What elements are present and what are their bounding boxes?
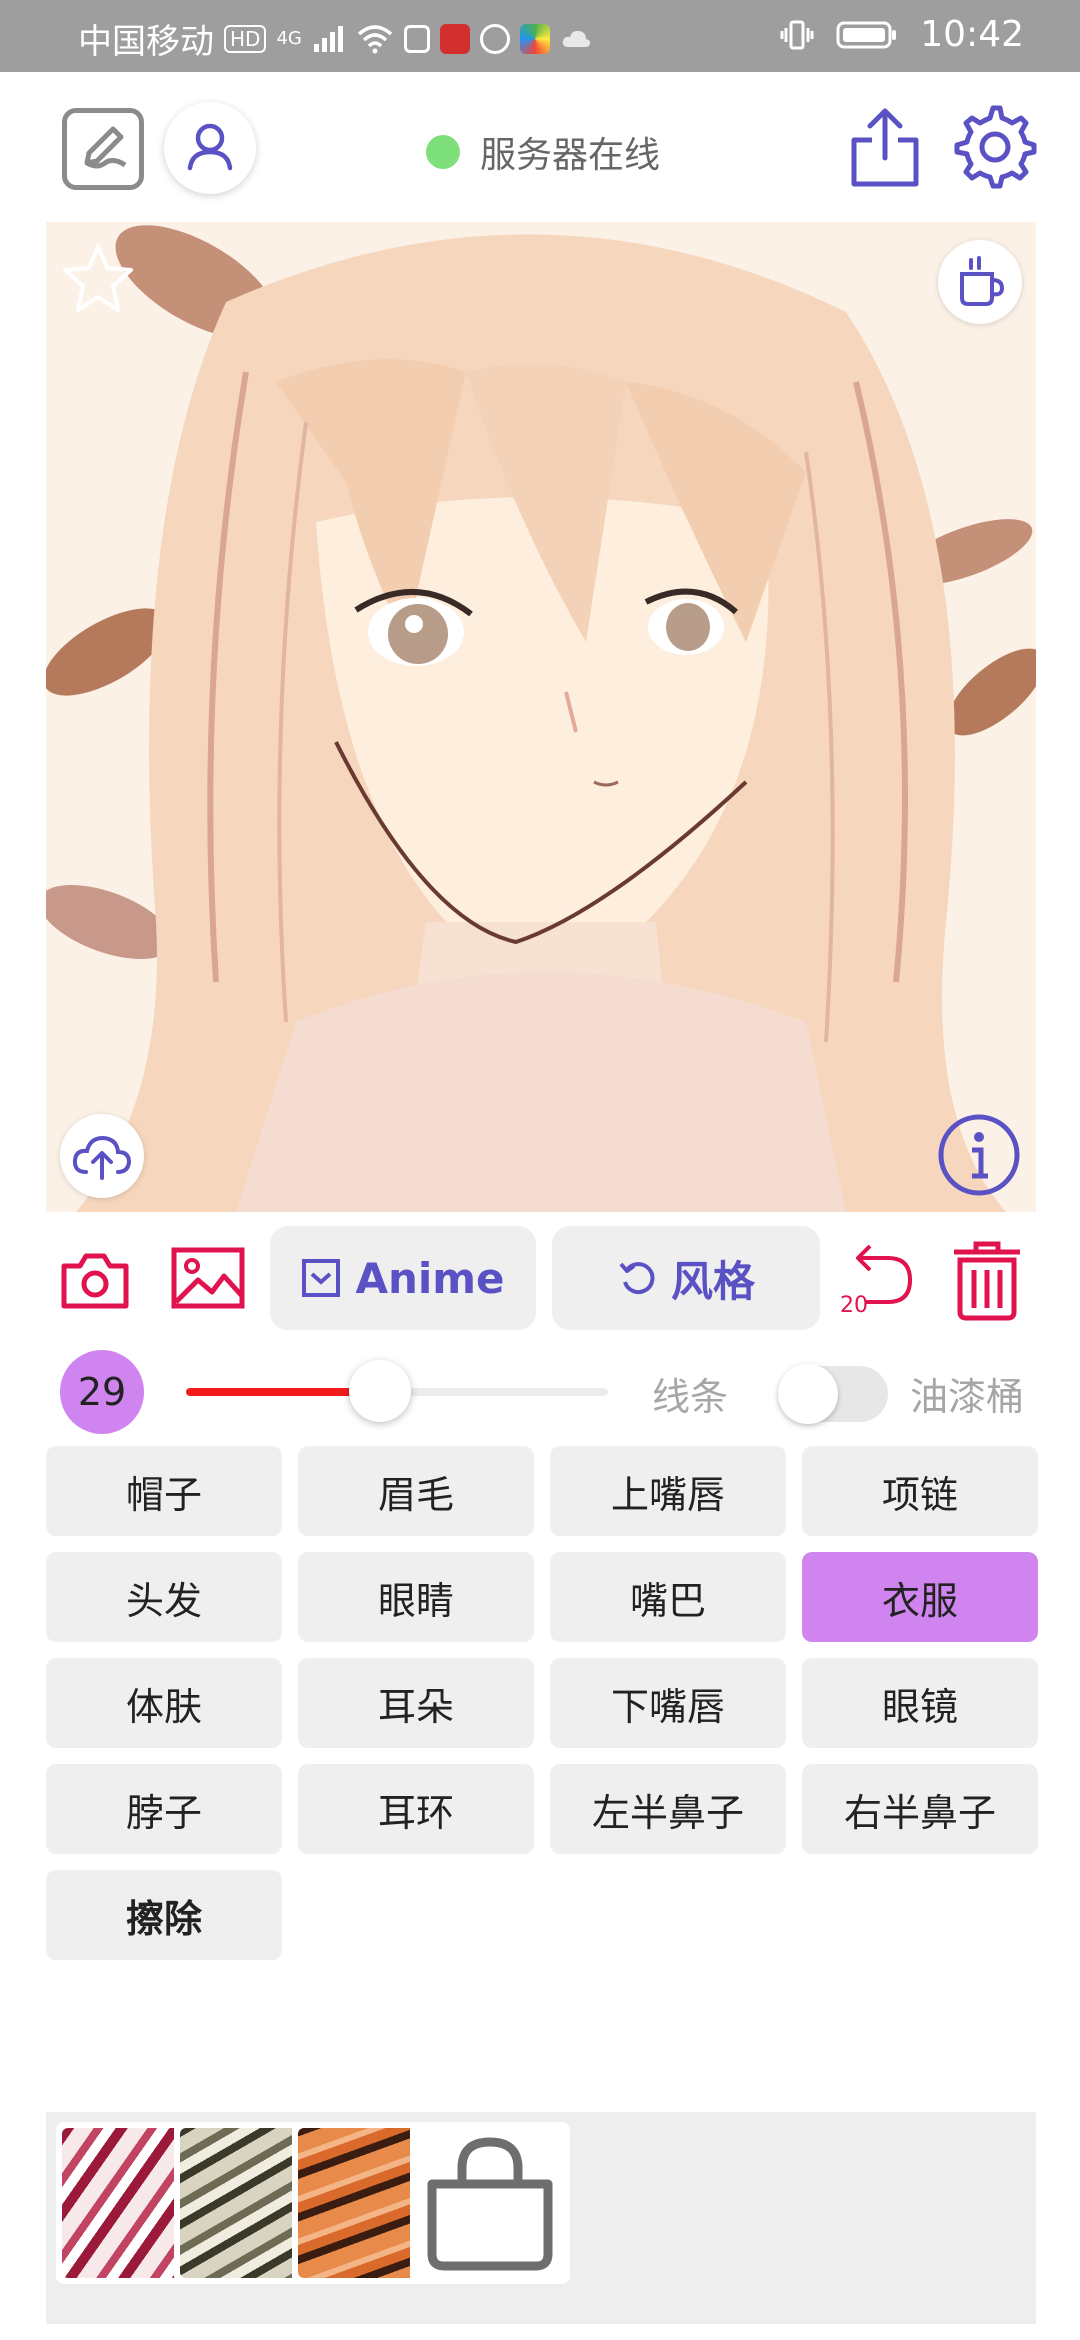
colorful-app-icon [519,23,550,54]
info-icon [938,1114,1020,1196]
upload-button[interactable] [60,1114,144,1198]
rotate-icon [619,1262,655,1295]
status-bar: 中国移动 HD 4G 10:42 [0,0,1080,72]
network-type: 4G [276,28,302,49]
server-status-dot [426,135,460,169]
cloud-icon [562,30,591,47]
part-button[interactable]: 脖子 [46,1764,282,1854]
shop-button[interactable] [410,2122,570,2284]
undo-count: 20 [840,1293,868,1318]
gallery-button[interactable] [170,1246,246,1310]
segment-parts-grid: 帽子 眉毛 上嘴唇 项链头发 眼睛 嘴巴 衣服体肤 耳朵 下嘴唇 眼镜脖子 耳环 左半鼻子 右半鼻子擦除 [46,1446,1038,1960]
signal-icon [313,25,343,52]
part-button[interactable]: 头发 [46,1552,282,1642]
vibrate-icon [780,20,814,49]
part-button[interactable]: 耳朵 [298,1658,534,1748]
battery-icon [836,21,897,48]
status-bar-right: 10:42 [780,14,1024,55]
camera-icon [61,1253,129,1309]
image-icon [171,1247,245,1309]
part-button[interactable]: 左半鼻子 [550,1764,786,1854]
part-button[interactable]: 右半鼻子 [802,1764,1038,1854]
server-status-text: 服务器在线 [480,135,661,176]
book-app-icon [439,23,470,54]
pencil-icon [84,126,127,169]
style-label: 风格 [670,1256,755,1306]
coffee-button[interactable] [938,240,1022,324]
share-button[interactable] [848,106,922,190]
status-bar-left: 中国移动 HD 4G [78,14,592,63]
part-button[interactable]: 眉毛 [298,1446,534,1536]
delete-button[interactable] [948,1238,1026,1322]
part-button[interactable]: 眼镜 [802,1658,1038,1748]
brush-size-badge: 29 [60,1350,144,1434]
browser-app-icon [479,23,510,54]
brush-size-slider[interactable] [186,1360,608,1422]
part-button[interactable]: 下嘴唇 [550,1658,786,1748]
anime-button[interactable]: Anime [270,1226,536,1330]
drawing-canvas[interactable] [46,222,1036,1212]
user-icon [187,123,233,171]
favorite-button[interactable] [60,240,136,316]
brush-row: 29 线条 油漆桶 [0,1346,1080,1436]
carrier-name: 中国移动 [78,22,214,62]
app-screen: 中国移动 HD 4G 10:42 服务器在线 Anime 风格 20 29 线条… [0,0,1080,2340]
trash-icon [954,1241,1020,1321]
settings-button[interactable] [952,104,1038,190]
shopping-bag-icon [427,2137,553,2271]
wifi-icon [357,24,393,53]
info-button[interactable] [936,1112,1022,1198]
part-button[interactable]: 嘴巴 [550,1552,786,1642]
hd-badge: HD [224,24,267,53]
gear-icon [954,105,1037,189]
user-button[interactable] [164,102,256,194]
paint-bucket-toggle[interactable] [778,1364,888,1424]
checkbox-icon [302,1259,341,1297]
tool-row: Anime 风格 20 [0,1226,1080,1330]
part-button[interactable]: 衣服 [802,1552,1038,1642]
share-icon [851,108,919,187]
top-bar: 服务器在线 [0,72,1080,222]
undo-button[interactable]: 20 [836,1240,920,1320]
camera-button[interactable] [60,1250,130,1310]
sketch-mode-button[interactable] [62,108,144,190]
server-status: 服务器在线 [426,126,660,178]
star-icon [63,244,133,312]
anime-portrait-image [46,222,1036,1212]
part-button[interactable]: 眼睛 [298,1552,534,1642]
slider-thumb[interactable] [349,1360,412,1422]
anime-label: Anime [355,1253,505,1303]
style-button[interactable]: 风格 [552,1226,820,1330]
part-button[interactable]: 耳环 [298,1764,534,1854]
texture-palette [46,2112,1036,2324]
notification-app-icon [403,24,430,53]
toggle-knob [778,1364,838,1424]
part-button[interactable]: 帽子 [46,1446,282,1536]
part-button[interactable]: 体肤 [46,1658,282,1748]
part-button[interactable]: 项链 [802,1446,1038,1536]
line-mode-label: 线条 [652,1375,729,1419]
part-button[interactable]: 上嘴唇 [550,1446,786,1536]
erase-button[interactable]: 擦除 [46,1870,282,1960]
coffee-cup-icon [960,256,1005,306]
paint-bucket-label: 油漆桶 [910,1375,1025,1419]
clock: 10:42 [920,14,1024,55]
cloud-upload-icon [72,1135,132,1180]
